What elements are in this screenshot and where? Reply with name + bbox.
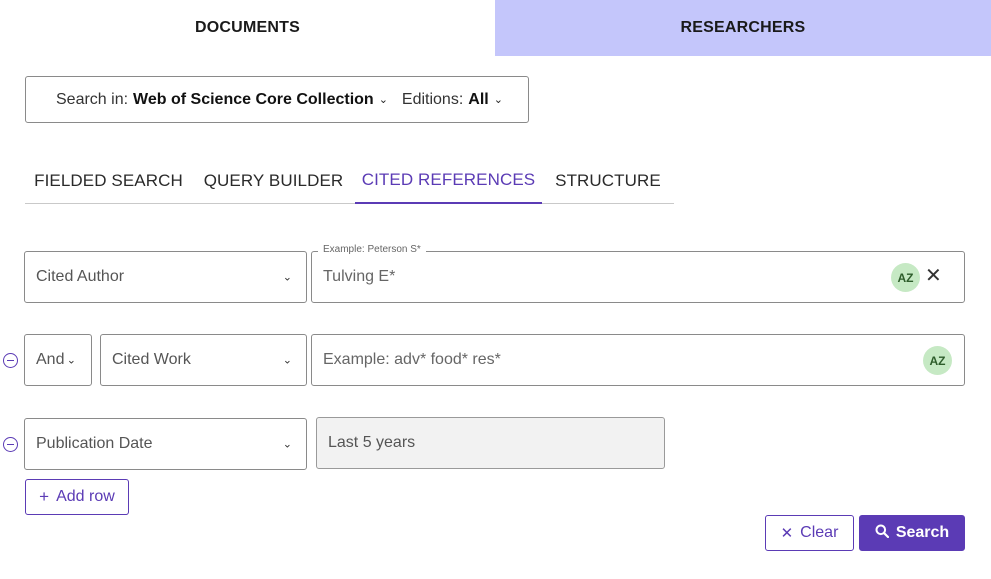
field-select-label: Publication Date (36, 435, 153, 452)
chevron-down-icon: ⌄ (493, 94, 503, 106)
remove-row-icon[interactable] (3, 353, 18, 368)
az-label: AZ (929, 353, 946, 368)
tab-structure[interactable]: STRUCTURE (542, 157, 674, 204)
tab-documents-label: DOCUMENTS (195, 19, 300, 36)
input-example-legend: Example: Peterson S* (318, 244, 426, 255)
clear-label: Clear (800, 524, 839, 541)
search-in-dropdown[interactable]: Search in: Web of Science Core Collectio… (56, 91, 402, 109)
tab-fielded-search-label: FIELDED SEARCH (34, 170, 183, 190)
plus-icon: + (39, 487, 50, 506)
clear-button[interactable]: ✕ Clear (765, 515, 854, 551)
chevron-down-icon: ⌄ (378, 94, 388, 106)
chevron-down-icon: ⌄ (282, 271, 292, 284)
chevron-down-icon: ⌄ (66, 354, 76, 367)
field-select-cited-author[interactable]: Cited Author ⌄ (24, 251, 307, 303)
add-row-button[interactable]: + Add row (25, 479, 129, 515)
operator-label: And (36, 351, 65, 368)
tab-structure-label: STRUCTURE (555, 170, 661, 190)
close-icon[interactable]: ✕ (925, 266, 942, 286)
search-in-bar: Search in: Web of Science Core Collectio… (25, 76, 529, 123)
field-select-publication-date[interactable]: Publication Date ⌄ (24, 418, 307, 470)
field-select-label: Cited Work (112, 351, 191, 368)
az-index-icon[interactable]: AZ (891, 263, 920, 292)
search-in-value: Web of Science Core Collection (133, 90, 374, 108)
cited-work-input[interactable]: Example: adv* food* res* AZ (311, 334, 965, 386)
search-in-label: Search in: (56, 90, 129, 108)
chevron-down-icon: ⌄ (282, 354, 292, 367)
tab-query-builder-label: QUERY BUILDER (203, 170, 344, 190)
tab-fielded-search[interactable]: FIELDED SEARCH (25, 157, 192, 204)
tab-documents[interactable]: DOCUMENTS (0, 0, 495, 56)
cited-author-input[interactable]: Example: Peterson S* Tulving E* AZ ✕ (311, 244, 965, 303)
tab-query-builder[interactable]: QUERY BUILDER (192, 157, 355, 204)
publication-date-select[interactable]: Last 5 years (316, 417, 665, 469)
editions-value: All (468, 90, 489, 108)
cited-work-placeholder: Example: adv* food* res* (323, 351, 501, 368)
tab-researchers[interactable]: RESEARCHERS (495, 0, 991, 56)
search-icon (875, 524, 889, 542)
tab-cited-references[interactable]: CITED REFERENCES (355, 157, 542, 204)
az-index-icon[interactable]: AZ (923, 346, 952, 375)
search-label: Search (895, 524, 950, 541)
add-row-label: Add row (56, 488, 115, 505)
publication-date-value: Last 5 years (328, 434, 416, 451)
editions-label: Editions: (401, 90, 464, 108)
search-button[interactable]: Search (859, 515, 965, 551)
close-icon: ✕ (780, 525, 794, 542)
tab-cited-references-label: CITED REFERENCES (361, 169, 536, 189)
operator-select[interactable]: And ⌄ (24, 334, 92, 386)
remove-row-icon[interactable] (3, 437, 18, 452)
field-select-cited-work[interactable]: Cited Work ⌄ (100, 334, 307, 386)
field-select-label: Cited Author (36, 268, 125, 285)
cited-author-value: Tulving E* (323, 268, 396, 285)
chevron-down-icon: ⌄ (282, 438, 292, 451)
tab-researchers-label: RESEARCHERS (680, 19, 806, 36)
search-type-tabs: FIELDED SEARCH QUERY BUILDER CITED REFER… (25, 157, 674, 204)
editions-dropdown[interactable]: Editions: All ⌄ (402, 91, 517, 109)
az-label: AZ (897, 270, 914, 285)
